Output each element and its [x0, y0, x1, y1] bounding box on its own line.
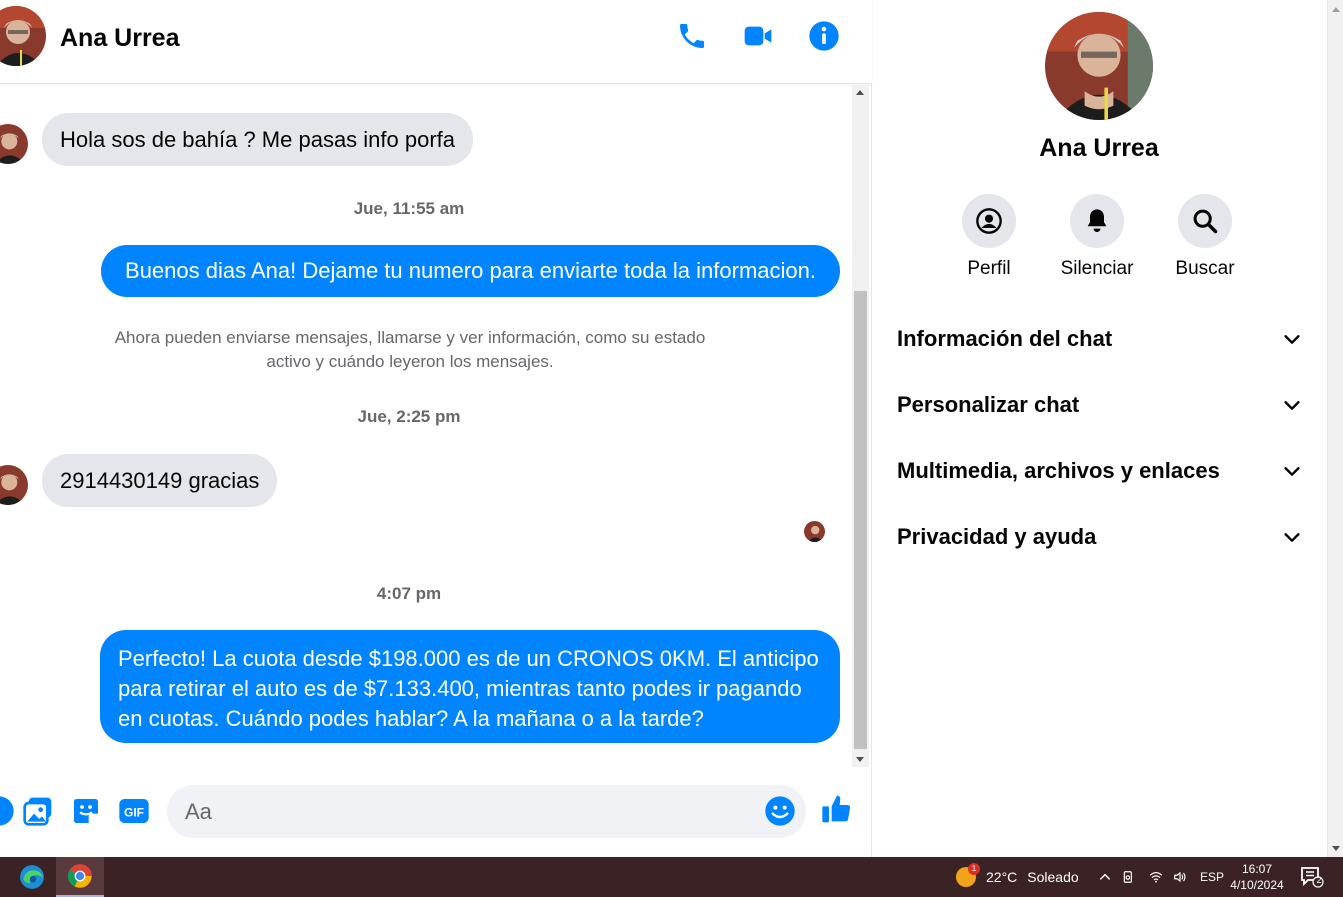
mute-action[interactable]: Silenciar: [1052, 194, 1142, 280]
clock-time: 16:07: [1241, 862, 1273, 876]
system-notice-line: Ahora pueden enviarse mensajes, llamarse…: [114, 328, 706, 347]
system-notice: Ahora pueden enviarse mensajes, llamarse…: [60, 326, 760, 374]
taskbar-edge[interactable]: [8, 857, 56, 897]
sender-avatar[interactable]: [0, 465, 28, 505]
profile-action-circle[interactable]: [962, 194, 1016, 248]
chrome-browser-icon: [67, 864, 92, 888]
bell-icon: [1087, 209, 1107, 233]
message-input-container: [167, 785, 806, 838]
search-action[interactable]: Buscar: [1160, 194, 1250, 280]
chat-header: Ana Urrea: [0, 0, 872, 84]
weather-widget[interactable]: 1 22°C Soleado: [956, 857, 1079, 897]
mute-action-circle[interactable]: [1070, 194, 1124, 248]
incoming-message[interactable]: 2914430149 gracias: [42, 454, 278, 507]
attach-photo-button[interactable]: [21, 794, 55, 828]
wifi-icon[interactable]: [1148, 870, 1164, 884]
mute-action-label: Silenciar: [1060, 258, 1134, 279]
emoji-button[interactable]: [764, 795, 796, 827]
chevron-down-icon: [1284, 533, 1300, 542]
section-customize-chat[interactable]: Personalizar chat: [897, 385, 1303, 425]
contact-profile-photo[interactable]: [1045, 12, 1153, 120]
scrollbar-thumb[interactable]: [854, 291, 867, 749]
message-input[interactable]: [185, 785, 755, 838]
contact-avatar[interactable]: [0, 6, 46, 66]
sticker-icon: [74, 799, 98, 823]
section-label: Privacidad y ayuda: [897, 524, 1097, 549]
message-timestamp: Jue, 2:25 pm: [357, 407, 461, 426]
contact-name[interactable]: Ana Urrea: [60, 24, 180, 53]
section-privacy-help[interactable]: Privacidad y ayuda: [897, 517, 1303, 557]
section-label: Multimedia, archivos y enlaces: [897, 458, 1220, 483]
chevron-down-icon: [1284, 335, 1300, 344]
gif-button[interactable]: GIF: [117, 794, 151, 828]
info-icon: [809, 21, 839, 51]
edge-browser-icon: [20, 865, 44, 889]
scroll-up-arrow-icon[interactable]: [1332, 7, 1340, 12]
sticker-button[interactable]: [69, 794, 103, 828]
windows-taskbar: 1 22°C Soleado ESP 16:07 4/10/2024 2: [0, 857, 1343, 897]
section-chat-info[interactable]: Información del chat: [897, 319, 1303, 359]
clock-date: 4/10/2024: [1230, 878, 1284, 892]
meet-now-icon[interactable]: [1122, 870, 1136, 884]
system-tray: ESP: [1098, 857, 1224, 897]
video-camera-icon: [744, 26, 772, 46]
search-action-circle[interactable]: [1178, 194, 1232, 248]
more-actions-button[interactable]: [0, 794, 16, 828]
send-like-button[interactable]: [820, 792, 854, 826]
taskbar-chrome[interactable]: [56, 857, 104, 897]
message-list[interactable]: Hola sos de bahía ? Me pasas info porfa …: [0, 85, 852, 765]
image-icon: [23, 797, 52, 826]
svg-text:GIF: GIF: [124, 805, 144, 819]
chevron-down-icon: [1284, 401, 1300, 410]
page-scrollbar[interactable]: [1327, 0, 1343, 857]
section-label: Información del chat: [897, 326, 1113, 351]
taskbar-clock[interactable]: 16:07 4/10/2024: [1222, 861, 1292, 893]
outgoing-message[interactable]: Buenos dias Ana! Dejame tu numero para e…: [101, 245, 840, 297]
phone-icon: [680, 24, 704, 48]
read-receipt-avatar: [804, 521, 825, 542]
message-scrollbar[interactable]: [852, 85, 869, 767]
outgoing-message[interactable]: Perfecto! La cuota desde $198.000 es de …: [100, 630, 840, 743]
profile-icon: [976, 208, 1002, 234]
conversation-info-button[interactable]: [806, 18, 842, 54]
scroll-up-arrow-icon[interactable]: [856, 90, 864, 95]
message-timestamp: 4:07 pm: [376, 584, 442, 603]
profile-action[interactable]: Perfil: [944, 194, 1034, 280]
search-icon: [1193, 209, 1218, 234]
input-language-indicator[interactable]: ESP: [1200, 870, 1224, 884]
smiley-face-icon: [765, 796, 795, 826]
section-media-files-links[interactable]: Multimedia, archivos y enlaces: [897, 451, 1303, 491]
audio-call-button[interactable]: [674, 18, 710, 54]
message-line: en cuotas. Cuándo podes hablar? A la mañ…: [118, 706, 704, 731]
composer-bar: GIF: [0, 770, 872, 857]
profile-name: Ana Urrea: [1039, 134, 1159, 162]
notification-count: 2: [1316, 875, 1322, 885]
profile-action-label: Perfil: [967, 258, 1011, 279]
plus-circle-icon: [0, 796, 14, 826]
system-notice-line: activo y cuándo leyeron los mensajes.: [266, 352, 554, 371]
scroll-down-arrow-icon[interactable]: [1332, 846, 1340, 851]
search-action-label: Buscar: [1175, 258, 1235, 279]
video-call-button[interactable]: [740, 18, 776, 54]
weather-temperature: 22°C: [986, 869, 1018, 885]
chevron-up-icon[interactable]: [1098, 870, 1112, 884]
gif-icon: GIF: [119, 799, 149, 823]
notification-center-button[interactable]: 2: [1300, 866, 1324, 888]
weather-alert-badge: 1: [968, 863, 980, 875]
message-line: Perfecto! La cuota desde $198.000 es de …: [118, 646, 819, 671]
thumbs-up-icon: [822, 795, 851, 823]
messenger-window: Ana Urrea Hola sos de bahía ? Me pasas i…: [0, 0, 1343, 857]
section-label: Personalizar chat: [897, 392, 1080, 417]
message-timestamp: Jue, 11:55 am: [353, 199, 465, 218]
conversation-info-panel: Ana Urrea Perfil Silenciar Buscar Inform…: [873, 0, 1327, 857]
sender-avatar[interactable]: [0, 124, 28, 164]
sun-icon: 1: [956, 863, 980, 887]
volume-icon[interactable]: [1172, 870, 1188, 884]
chat-pane: Ana Urrea Hola sos de bahía ? Me pasas i…: [0, 0, 872, 857]
chevron-down-icon: [1284, 467, 1300, 476]
message-line: para retirar el auto es de $7.133.400, m…: [118, 676, 802, 701]
scroll-down-arrow-icon[interactable]: [856, 757, 864, 762]
weather-condition: Soleado: [1027, 869, 1079, 885]
incoming-message[interactable]: Hola sos de bahía ? Me pasas info porfa: [42, 113, 474, 166]
